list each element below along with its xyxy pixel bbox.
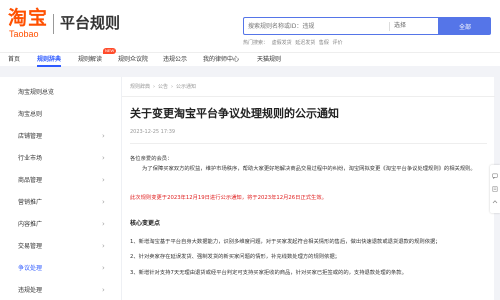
sidebar-item-marketing[interactable]: 营销推广 › — [0, 192, 121, 214]
article-highlight: 此次规则变更于2023年12月19日进行公示通知，将于2023年12月26日正式… — [130, 195, 327, 201]
sidebar: 淘宝规则总览 淘宝总则 店铺管理 › 行业市场 › 商品管理 › 营销推广 › … — [0, 77, 121, 300]
sidebar-item-label: 违规处理 — [18, 287, 43, 294]
search-scope-select[interactable]: 选择 — [394, 21, 406, 31]
nav-item-violation-notice[interactable]: 违规公示 — [163, 55, 187, 64]
divider — [122, 96, 495, 97]
floating-toolbar — [490, 165, 500, 213]
search-input[interactable] — [248, 19, 388, 33]
logo-cn-text: 淘宝 — [8, 7, 49, 29]
sidebar-item-overview[interactable]: 淘宝规则总览 — [0, 82, 121, 104]
divider — [130, 143, 487, 144]
article-greeting: 各位亲爱的会员： — [130, 156, 173, 162]
article-date: 2023-12-25 17:39 — [130, 129, 176, 135]
chevron-right-icon: › — [102, 198, 105, 206]
chevron-right-icon: › — [102, 242, 105, 250]
change-point: 1、新增淘宝基于平台自身大数据能力，识别多维度问题，对于买家发起符合相关情形的售… — [130, 239, 441, 245]
search-button[interactable]: 全部 — [439, 17, 491, 35]
sidebar-item-label: 行业市场 — [18, 155, 43, 162]
article-title: 关于变更淘宝平台争议处理规则的公示通知 — [130, 107, 339, 120]
sidebar-item-trade-management[interactable]: 交易管理 › — [0, 236, 121, 258]
sidebar-item-store-management[interactable]: 店铺管理 › — [0, 126, 121, 148]
sidebar-item-label: 交易管理 — [18, 243, 43, 250]
hot-search-term[interactable]: 评价 — [332, 40, 342, 46]
sidebar-item-label: 淘宝规则总览 — [18, 89, 55, 96]
sidebar-item-industry-market[interactable]: 行业市场 › — [0, 148, 121, 170]
hot-search: 热门搜索： 虚假发货 延迟发货 售假 评价 — [243, 39, 344, 47]
search-divider — [389, 22, 390, 31]
change-point: 3、新增针对支持7天无理由退货或经平台判定可支持买家拒收的商品，针对买家已拒签或… — [130, 270, 407, 276]
chevron-right-icon: › — [102, 264, 105, 272]
chevron-right-icon: › — [102, 220, 105, 228]
sidebar-item-label: 营销推广 — [18, 199, 43, 206]
hot-search-term[interactable]: 虚假发货 — [272, 40, 292, 46]
main-nav: 首页 规则辞典 规则解读 NEW 规则众议院 违规公示 我的律师中心 天猫规则 — [0, 48, 500, 67]
nav-item-lawyer-center[interactable]: 我的律师中心 — [203, 55, 239, 64]
sidebar-item-label: 争议处理 — [18, 265, 43, 272]
feedback-icon[interactable] — [492, 186, 498, 192]
chat-icon[interactable] — [492, 173, 498, 179]
breadcrumb-separator: › — [171, 84, 174, 90]
breadcrumb-item-current: 公示通知 — [176, 84, 197, 90]
chevron-right-icon: › — [102, 132, 105, 140]
nav-active-underline — [37, 65, 61, 67]
change-point: 2、针对卖家存在延误发货、强制发货的新买家问题的情形，补充线数处理方的规则依据； — [130, 254, 340, 260]
search-box: 选择 — [243, 17, 439, 35]
sidebar-item-violation-handling[interactable]: 违规处理 › — [0, 280, 121, 300]
back-to-top-icon[interactable] — [492, 199, 498, 205]
sidebar-item-content-promotion[interactable]: 内容推广 › — [0, 214, 121, 236]
nav-item-tmall-rules[interactable]: 天猫规则 — [257, 55, 281, 64]
header: 淘宝 Taobao 平台规则 选择 全部 热门搜索： 虚假发货 延迟发货 售假 … — [0, 0, 500, 52]
sidebar-item-label: 店铺管理 — [18, 133, 43, 140]
article-body: 为了保障买家双方的权益，维护市场秩序，帮助大家更好地解决商品交易过程中的纠纷，淘… — [142, 166, 476, 172]
chevron-right-icon: › — [102, 176, 105, 184]
nav-item-rule-interpretation[interactable]: 规则解读 — [78, 55, 102, 64]
logo-divider — [53, 14, 54, 34]
section-title: 核心变更点 — [130, 220, 161, 227]
chevron-right-icon: › — [102, 154, 105, 162]
hot-search-label: 热门搜索： — [243, 40, 269, 46]
breadcrumb-item[interactable]: 规则辞典 — [130, 84, 150, 90]
sidebar-item-product-management[interactable]: 商品管理 › — [0, 170, 121, 192]
sidebar-item-dispute-handling[interactable]: 争议处理 › — [0, 258, 121, 280]
hot-search-term[interactable]: 售假 — [319, 40, 329, 46]
nav-item-rule-forum[interactable]: 规则众议院 — [118, 55, 148, 64]
sidebar-item-label: 商品管理 — [18, 177, 43, 184]
taobao-logo[interactable]: 淘宝 Taobao — [8, 7, 50, 41]
site-title: 平台规则 — [60, 14, 121, 32]
breadcrumb-separator: › — [153, 84, 156, 90]
sidebar-item-general[interactable]: 淘宝总则 — [0, 104, 121, 126]
breadcrumb-item[interactable]: 公告 — [158, 84, 168, 90]
hot-search-term[interactable]: 延迟发货 — [295, 40, 315, 46]
article-panel: 规则辞典 › 公告 › 公示通知 关于变更淘宝平台争议处理规则的公示通知 2023-12… — [121, 77, 495, 300]
new-badge: NEW — [103, 48, 117, 54]
nav-item-rule-dictionary[interactable]: 规则辞典 — [37, 55, 61, 64]
chevron-right-icon: › — [102, 286, 105, 294]
sidebar-item-label: 内容推广 — [18, 221, 43, 228]
logo-en-text: Taobao — [9, 29, 39, 39]
nav-item-home[interactable]: 首页 — [8, 55, 20, 64]
sidebar-item-label: 淘宝总则 — [18, 111, 43, 118]
breadcrumb: 规则辞典 › 公告 › 公示通知 — [130, 83, 196, 91]
